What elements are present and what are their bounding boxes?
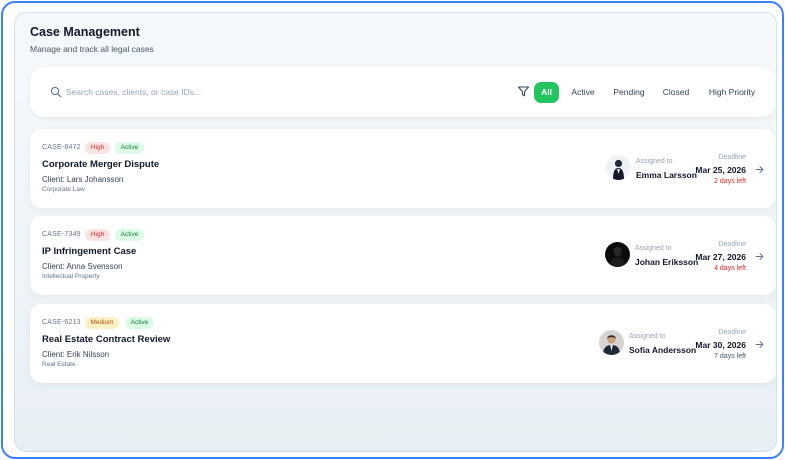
filter-chip-closed[interactable]: Closed bbox=[658, 82, 694, 103]
filter-icon[interactable] bbox=[517, 85, 530, 98]
avatar bbox=[599, 330, 624, 355]
window-frame: Case Management Manage and track all leg… bbox=[1, 1, 784, 459]
days-left: 7 days left bbox=[714, 353, 746, 360]
case-practice-area: Intellectual Property bbox=[42, 273, 100, 280]
page-subtitle: Manage and track all legal cases bbox=[30, 44, 154, 54]
days-left: 2 days left bbox=[714, 178, 746, 185]
filter-chip-pending[interactable]: Pending bbox=[608, 82, 650, 103]
case-id: CASE-8472 bbox=[42, 144, 81, 151]
priority-badge: High bbox=[85, 229, 110, 241]
deadline-label: Deadline bbox=[718, 329, 746, 336]
case-client: Client: Lars Johansson bbox=[42, 175, 124, 184]
search-icon bbox=[50, 86, 62, 98]
deadline-block: Deadline Mar 27, 2026 4 days left bbox=[666, 240, 746, 274]
deadline-label: Deadline bbox=[718, 241, 746, 248]
case-practice-area: Corporate Law bbox=[42, 186, 85, 193]
case-card[interactable]: CASE-7349 High Active IP Infringement Ca… bbox=[30, 216, 776, 295]
filter-chip-all[interactable]: All bbox=[534, 82, 559, 103]
deadline-date: Mar 27, 2026 bbox=[695, 252, 746, 262]
deadline-block: Deadline Mar 25, 2026 2 days left bbox=[666, 153, 746, 187]
case-id: CASE-7349 bbox=[42, 231, 81, 238]
case-client: Client: Erik Nilsson bbox=[42, 350, 110, 359]
arrow-right-icon[interactable] bbox=[755, 340, 764, 349]
status-badge: Active bbox=[115, 142, 144, 154]
page-title: Case Management bbox=[30, 25, 140, 39]
case-id: CASE-6213 bbox=[42, 319, 81, 326]
priority-badge: Medium bbox=[85, 317, 119, 329]
case-client: Client: Anna Svensson bbox=[42, 262, 123, 271]
priority-badge: High bbox=[85, 142, 110, 154]
case-title[interactable]: Corporate Merger Dispute bbox=[42, 159, 159, 170]
arrow-right-icon[interactable] bbox=[755, 252, 764, 261]
status-badge: Active bbox=[125, 317, 154, 329]
status-badge: Active bbox=[115, 229, 144, 241]
search-input[interactable] bbox=[66, 83, 346, 101]
filter-chip-high-priority[interactable]: High Priority bbox=[702, 82, 762, 103]
arrow-right-icon[interactable] bbox=[755, 165, 764, 174]
case-title[interactable]: Real Estate Contract Review bbox=[42, 334, 170, 345]
case-practice-area: Real Estate bbox=[42, 361, 76, 368]
days-left: 4 days left bbox=[714, 265, 746, 272]
deadline-block: Deadline Mar 30, 2026 7 days left bbox=[666, 328, 746, 362]
case-title[interactable]: IP Infringement Case bbox=[42, 246, 136, 257]
avatar bbox=[605, 242, 630, 267]
deadline-date: Mar 25, 2026 bbox=[695, 165, 746, 175]
case-card[interactable]: CASE-8472 High Active Corporate Merger D… bbox=[30, 129, 776, 208]
avatar bbox=[606, 155, 631, 180]
filter-chip-active[interactable]: Active bbox=[566, 82, 600, 103]
assigned-to-label: Assigned to bbox=[629, 333, 666, 340]
deadline-label: Deadline bbox=[718, 154, 746, 161]
deadline-date: Mar 30, 2026 bbox=[695, 340, 746, 350]
search-filter-bar: All Active Pending Closed High Priority bbox=[30, 67, 776, 117]
case-card[interactable]: CASE-6213 Medium Active Real Estate Cont… bbox=[30, 304, 776, 383]
case-management-panel: Case Management Manage and track all leg… bbox=[14, 12, 777, 452]
